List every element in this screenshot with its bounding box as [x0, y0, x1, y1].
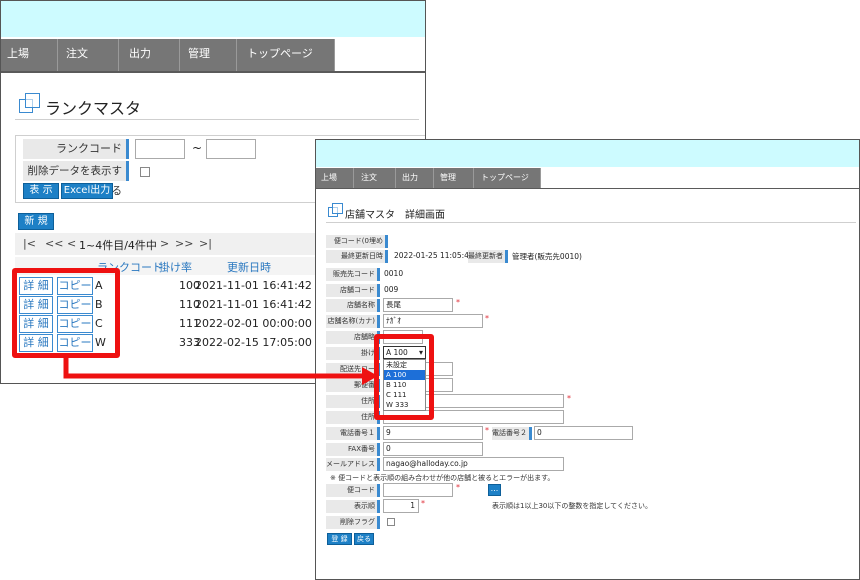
arrow-line [63, 356, 366, 379]
arrow-head-icon [362, 367, 378, 385]
arrow-connector [63, 356, 378, 385]
